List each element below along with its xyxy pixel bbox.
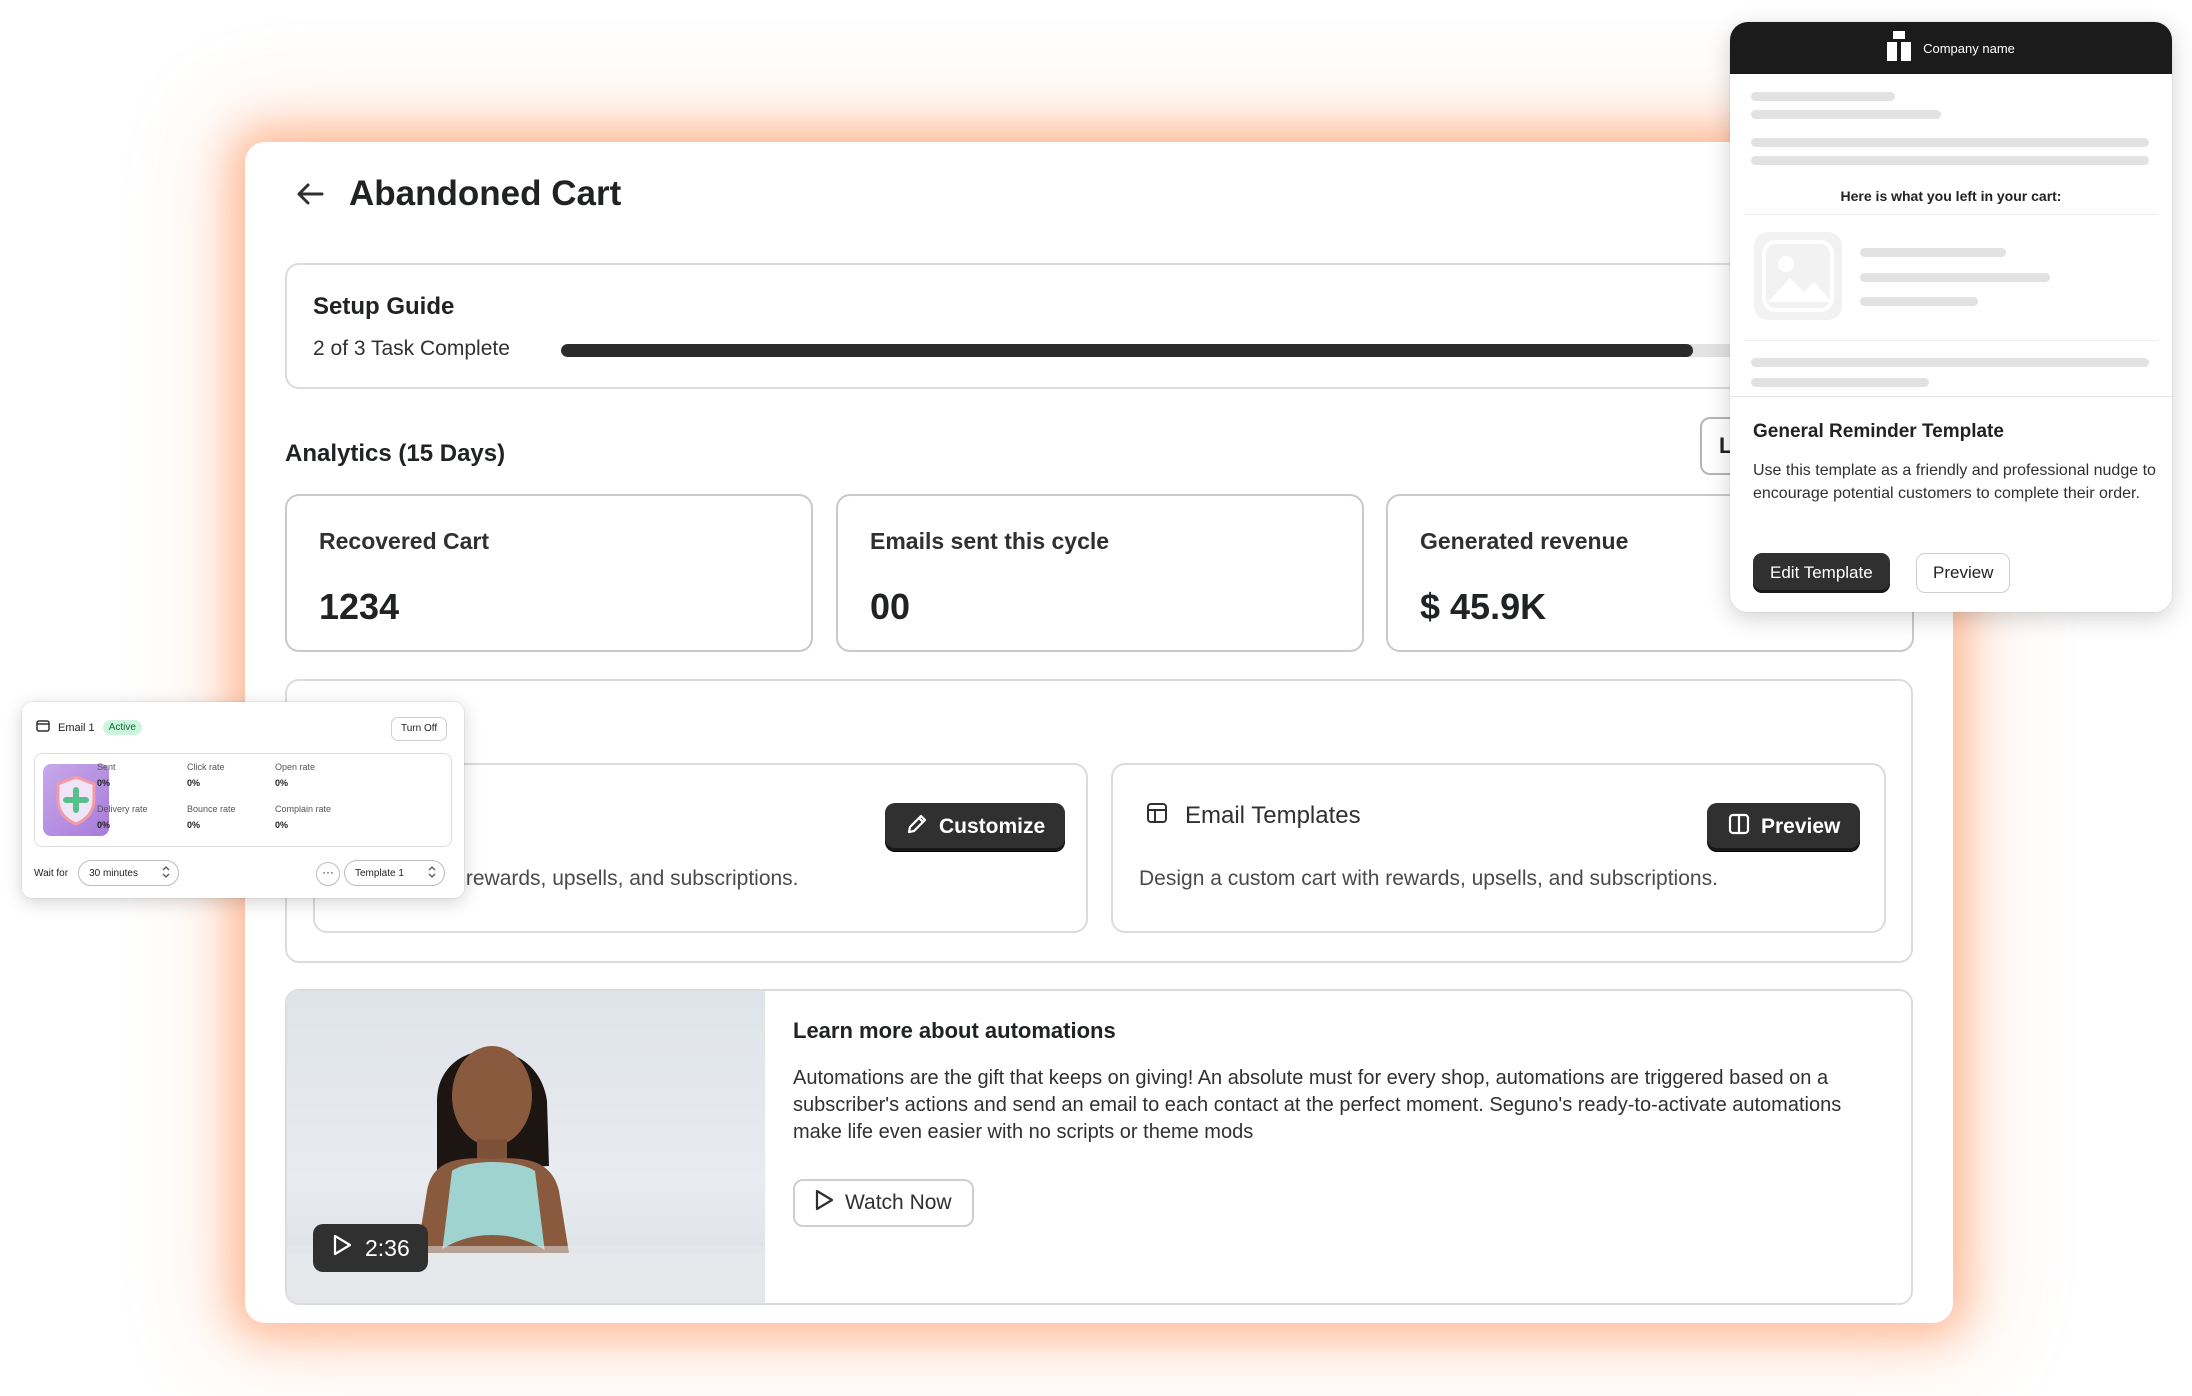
- chevron-updown-icon: [162, 865, 170, 881]
- feature-card-email-templates: Email Templates Design a custom cart wit…: [1111, 763, 1886, 933]
- email-metrics: Sent 0% Click rate 0% Open rate 0% Delivery…: [34, 753, 452, 847]
- wait-duration-value: 30 minutes: [89, 867, 138, 879]
- skeleton-line: [1751, 138, 2149, 147]
- learn-title: Learn more about automations: [793, 1018, 1116, 1043]
- features-panel: ation tom cart with rewards, upsells, an…: [285, 679, 1913, 963]
- edit-template-button[interactable]: Edit Template: [1753, 553, 1890, 593]
- analytics-title: Analytics (15 Days): [285, 440, 506, 467]
- stat-label: Emails sent this cycle: [870, 528, 1110, 554]
- learn-body: Automations are the gift that keeps on g…: [793, 1067, 1842, 1143]
- watch-now-label: Watch Now: [845, 1191, 952, 1214]
- learn-more-panel: 2:36 Learn more about automations Automa…: [285, 989, 1913, 1305]
- skeleton-line: [1860, 297, 1978, 306]
- stat-card-emails-sent: Emails sent this cycle 00: [836, 494, 1364, 652]
- skeleton-line: [1751, 156, 2149, 165]
- email-step-header: Email 1 Active: [36, 720, 142, 735]
- skeleton-line: [1860, 273, 2050, 282]
- email-preview-header: Company name: [1730, 22, 2172, 74]
- template-preview-button[interactable]: Preview: [1916, 553, 2011, 593]
- metric-click-rate: Click rate 0%: [187, 762, 225, 788]
- template-select-value: Template 1: [355, 867, 404, 879]
- setup-progress-fill: [561, 344, 1694, 357]
- stat-label: Generated revenue: [1420, 528, 1629, 554]
- divider: [1744, 340, 2158, 341]
- setup-guide-status: 2 of 3 Task Complete: [313, 337, 510, 360]
- setup-progress-bar: [561, 344, 1901, 357]
- wait-label: Wait for: [34, 867, 69, 879]
- stat-label: Recovered Cart: [319, 528, 490, 554]
- more-options-button[interactable]: ···: [316, 862, 340, 886]
- metric-bounce-rate: Bounce rate 0%: [187, 804, 236, 830]
- email-icon: [36, 720, 50, 735]
- metric-sent: Sent 0%: [97, 762, 116, 788]
- template-icon: [1145, 801, 1169, 830]
- skeleton-line: [1751, 110, 1941, 119]
- stage: Abandoned Cart Setup Guide 2 of 3 Task C…: [0, 0, 2192, 1396]
- cart-heading: Here is what you left in your cart:: [1840, 188, 2062, 204]
- back-arrow-icon[interactable]: [293, 177, 327, 211]
- page-header: Abandoned Cart: [293, 174, 621, 214]
- page-title: Abandoned Cart: [349, 174, 622, 213]
- play-video-button[interactable]: 2:36: [313, 1224, 428, 1272]
- stat-value: 1234: [319, 586, 400, 627]
- feature-title: Email Templates: [1185, 801, 1361, 829]
- watch-now-button[interactable]: Watch Now: [793, 1179, 974, 1227]
- metric-complain-rate: Complain rate 0%: [275, 804, 332, 830]
- preview-button-label: Preview: [1761, 815, 1841, 838]
- skeleton-line: [1751, 92, 1895, 101]
- template-description: Use this template as a friendly and prof…: [1753, 462, 2156, 502]
- image-placeholder-icon: [1754, 232, 1842, 320]
- play-icon: [331, 1233, 353, 1263]
- email-step-name: Email 1: [58, 721, 95, 734]
- skeleton-line: [1751, 358, 2149, 367]
- pencil-icon: [905, 812, 929, 842]
- customize-button-label: Customize: [939, 815, 1046, 838]
- main-window: Abandoned Cart Setup Guide 2 of 3 Task C…: [245, 142, 1953, 1323]
- feature-header: Email Templates: [1145, 801, 1361, 830]
- wait-row: Wait for 30 minutes: [34, 860, 179, 886]
- stat-value: 00: [870, 586, 911, 627]
- email-preview-popup: Company name Here is what you left in yo…: [1730, 22, 2172, 612]
- customize-button[interactable]: Customize: [885, 803, 1066, 851]
- template-title: General Reminder Template: [1753, 421, 2004, 442]
- skeleton-line: [1860, 248, 2006, 257]
- template-info: General Reminder Template Use this templ…: [1730, 396, 2172, 612]
- preview-button[interactable]: Preview: [1707, 803, 1861, 851]
- setup-guide-title: Setup Guide: [313, 293, 455, 320]
- video-thumbnail[interactable]: 2:36: [287, 991, 765, 1303]
- company-logo-icon: [1887, 30, 1912, 66]
- skeleton-line: [1751, 378, 1929, 387]
- stat-value: $ 45.9K: [1420, 586, 1547, 627]
- email-step-card: Email 1 Active Turn Off Sent 0% Click rat…: [22, 702, 464, 898]
- chevron-updown-icon: [428, 865, 436, 881]
- company-name: Company name: [1923, 40, 2015, 56]
- status-badge: Active: [102, 720, 142, 735]
- metric-delivery-rate: Delivery rate 0%: [97, 804, 148, 830]
- play-icon: [813, 1188, 835, 1218]
- video-duration: 2:36: [365, 1234, 410, 1261]
- divider: [1744, 214, 2158, 215]
- stat-card-recovered-cart: Recovered Cart 1234: [285, 494, 813, 652]
- wait-duration-select[interactable]: 30 minutes: [78, 860, 179, 886]
- template-select[interactable]: Template 1: [344, 860, 445, 886]
- metric-open-rate: Open rate 0%: [275, 762, 316, 788]
- columns-icon: [1727, 812, 1751, 842]
- feature-description: Design a custom cart with rewards, upsel…: [1139, 867, 1718, 890]
- turn-off-button[interactable]: Turn Off: [391, 717, 448, 741]
- setup-guide[interactable]: Setup Guide 2 of 3 Task Complete: [285, 263, 1913, 389]
